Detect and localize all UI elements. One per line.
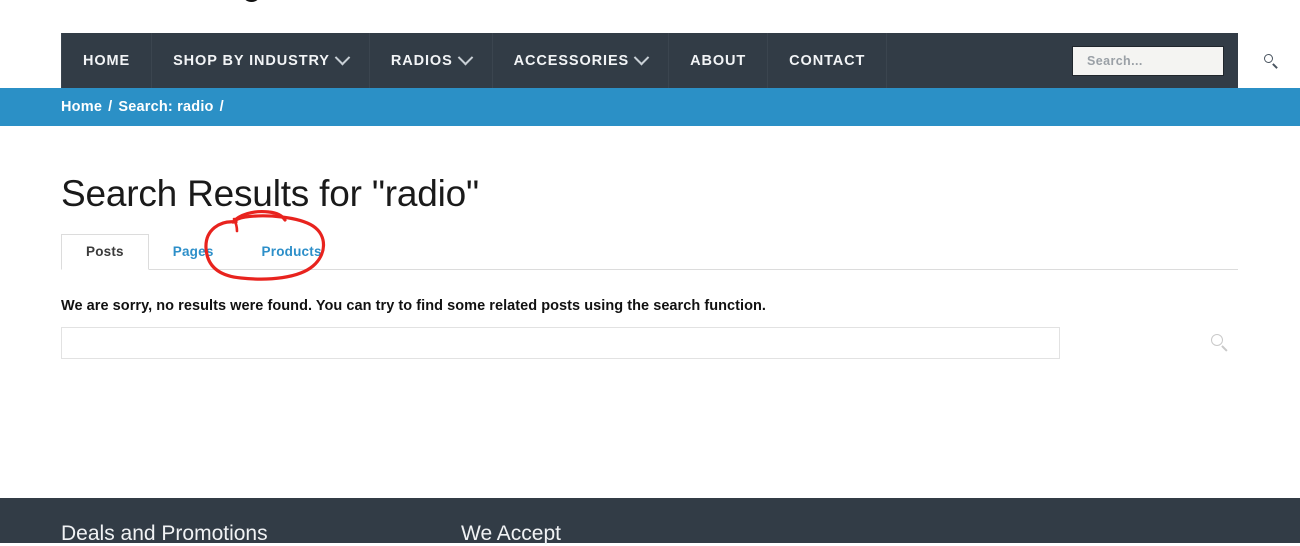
breadcrumb-separator: / bbox=[108, 99, 113, 115]
breadcrumb-separator: / bbox=[219, 99, 224, 115]
nav-item-label: ABOUT bbox=[690, 52, 747, 69]
header-search-box[interactable] bbox=[1072, 45, 1273, 76]
search-icon[interactable] bbox=[1263, 53, 1279, 69]
breadcrumb-home-link[interactable]: Home bbox=[61, 99, 102, 115]
nav-item-contact[interactable]: CONTACT bbox=[768, 33, 888, 88]
footer-heading-we-accept: We Accept bbox=[461, 522, 561, 545]
tab-posts[interactable]: Posts bbox=[61, 234, 149, 270]
nav-item-home[interactable]: HOME bbox=[61, 33, 153, 88]
main-navigation: HOME SHOP BY INDUSTRY RADIOS ACCESSORIES… bbox=[61, 33, 1273, 88]
nav-item-label: SHOP BY INDUSTRY bbox=[173, 52, 330, 69]
nav-item-label: RADIOS bbox=[390, 52, 453, 69]
site-footer: Deals and Promotions We Accept bbox=[0, 498, 1300, 545]
breadcrumb-bar: Home / Search: radio / bbox=[0, 88, 1300, 126]
search-icon[interactable] bbox=[1210, 333, 1230, 353]
nav-item-accessories[interactable]: ACCESSORIES bbox=[493, 33, 670, 88]
chevron-down-icon bbox=[334, 49, 351, 66]
page-title: Search Results for "radio" bbox=[61, 172, 479, 214]
footer-heading-deals: Deals and Promotions bbox=[61, 522, 268, 545]
chevron-down-icon bbox=[633, 49, 650, 66]
tab-products[interactable]: Products bbox=[238, 235, 346, 269]
tab-label: Products bbox=[261, 244, 322, 259]
header-search-input[interactable] bbox=[1085, 52, 1263, 69]
site-logo-clipped bbox=[243, 0, 260, 2]
no-results-message: We are sorry, no results were found. You… bbox=[61, 298, 766, 314]
nav-item-label: ACCESSORIES bbox=[513, 52, 630, 69]
breadcrumb-current: Search: radio bbox=[118, 99, 214, 115]
nav-item-about[interactable]: ABOUT bbox=[669, 33, 769, 88]
nav-item-label: CONTACT bbox=[789, 52, 866, 69]
search-result-tabs: Posts Pages Products bbox=[61, 230, 1238, 270]
content-search-input[interactable] bbox=[62, 328, 1059, 358]
nav-item-label: HOME bbox=[83, 52, 131, 69]
content-search-box[interactable] bbox=[61, 327, 1060, 359]
chevron-down-icon bbox=[457, 49, 473, 66]
breadcrumb: Home / Search: radio / bbox=[61, 99, 224, 115]
tab-pages[interactable]: Pages bbox=[149, 235, 238, 269]
tab-label: Pages bbox=[172, 244, 214, 259]
tab-label: Posts bbox=[86, 244, 124, 259]
nav-item-shop-by-industry[interactable]: SHOP BY INDUSTRY bbox=[152, 33, 370, 88]
nav-item-radios[interactable]: RADIOS bbox=[370, 33, 493, 88]
